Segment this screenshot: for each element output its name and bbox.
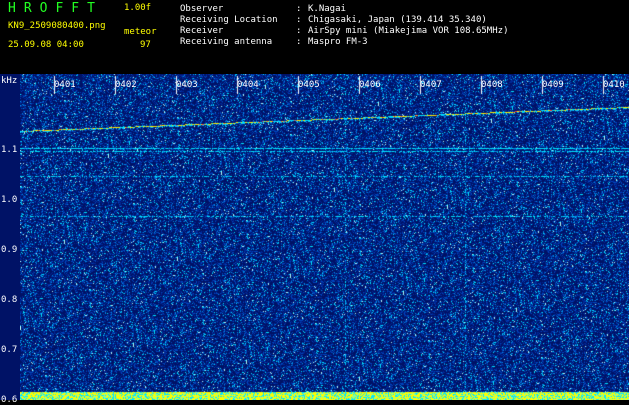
meta-key-observer: Observer	[180, 4, 224, 14]
time-label: 0406	[359, 80, 381, 90]
meta-key-receiver: Receiver	[180, 26, 224, 36]
time-label: 0408	[481, 80, 503, 90]
time-label: 0402	[115, 80, 137, 90]
meta-key-location: Receiving Location	[180, 15, 278, 25]
frequency-tick-label: 0.7	[1, 345, 18, 355]
meta-value-receiver: AirSpy mini (Miakejima VOR 108.65MHz)	[308, 26, 509, 36]
meta-colon: :	[296, 15, 302, 25]
count-value: 97	[140, 40, 151, 50]
app-version: 1.00f	[124, 3, 152, 13]
frequency-tick-label: 0.9	[1, 245, 18, 255]
time-label: 0409	[542, 80, 564, 90]
meta-colon: :	[296, 4, 302, 14]
date-time: 25.09.08 04:00	[8, 40, 84, 50]
mode-label: meteor	[124, 27, 157, 37]
frequency-scale: kHz 1.1 1.0 0.9 0.8 0.7 0.6	[0, 74, 20, 405]
meta-value-location: Chigasaki, Japan (139.414 35.340)	[308, 15, 487, 25]
time-label: 0410	[603, 80, 625, 90]
spectrogram-plot: kHz 1.1 1.0 0.9 0.8 0.7 0.6 0401 0402 0403 0404 0…	[0, 74, 629, 405]
meta-value-observer: K.Nagai	[308, 4, 346, 14]
frequency-unit-label: kHz	[1, 76, 18, 86]
meta-value-antenna: Maspro FM-3	[308, 37, 368, 47]
waterfall-canvas	[20, 74, 629, 400]
header-panel: HROFFT 1.00f KN9_2509080400.png meteor 2…	[0, 0, 629, 74]
frequency-tick-label: 1.1	[1, 145, 18, 155]
time-label: 0403	[176, 80, 198, 90]
file-name: KN9_2509080400.png	[8, 21, 106, 31]
meta-colon: :	[296, 26, 302, 36]
time-label: 0407	[420, 80, 442, 90]
time-label: 0401	[54, 80, 76, 90]
meta-key-antenna: Receiving antenna	[180, 37, 273, 47]
frequency-tick-label: 0.6	[1, 395, 18, 405]
time-label: 0404	[237, 80, 259, 90]
time-label: 0405	[298, 80, 320, 90]
frequency-tick-label: 1.0	[1, 195, 18, 205]
meta-colon: :	[296, 37, 302, 47]
app-title: HROFFT	[8, 1, 103, 16]
frequency-tick-label: 0.8	[1, 295, 18, 305]
